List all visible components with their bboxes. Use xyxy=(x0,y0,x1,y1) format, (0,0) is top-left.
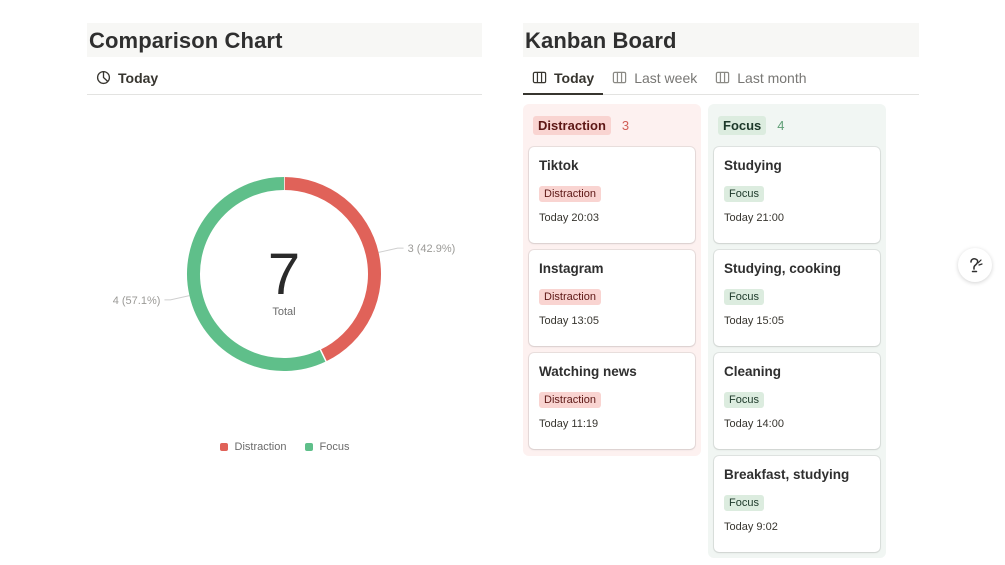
tab-today-chart[interactable]: Today xyxy=(87,61,167,94)
legend-swatch xyxy=(219,443,228,451)
legend-label: Distraction xyxy=(234,441,287,453)
kanban-column-focus: Focus 4 Studying Focus Today 21:00 Study… xyxy=(708,104,886,558)
donut-center-label: Total xyxy=(272,306,295,318)
card-date: Today 21:00 xyxy=(724,212,784,224)
pie-chart-icon xyxy=(96,70,111,85)
card-date: Today 14:00 xyxy=(724,418,784,430)
legend-item-distraction[interactable]: Distraction xyxy=(219,441,287,453)
card-title: Studying, cooking xyxy=(724,261,841,276)
card-title: Watching news xyxy=(539,364,637,379)
tab-last-month[interactable]: Last month xyxy=(706,61,815,94)
card-tag: Distraction xyxy=(539,289,601,305)
slice-label-leader xyxy=(378,247,404,253)
kanban-card[interactable]: Studying, cooking Focus Today 15:05 xyxy=(714,250,880,346)
donut-center-value: 7 xyxy=(268,242,300,307)
slice-label: 4 (57.1%) xyxy=(113,295,161,307)
board-icon xyxy=(532,71,547,84)
donut-slice-focus[interactable] xyxy=(187,177,327,371)
kanban-card[interactable]: Breakfast, studying Focus Today 9:02 xyxy=(714,456,880,552)
tab-today[interactable]: Today xyxy=(523,61,604,95)
kanban-column-distraction: Distraction 3 Tiktok Distraction Today 2… xyxy=(523,104,701,456)
column-tag[interactable]: Distraction xyxy=(533,115,611,135)
kanban-card[interactable]: Instagram Distraction Today 13:05 xyxy=(529,250,695,346)
card-tag: Focus xyxy=(724,289,764,305)
card-tag: Distraction xyxy=(539,392,601,408)
card-date: Today 9:02 xyxy=(724,521,778,533)
legend-label: Focus xyxy=(319,441,350,453)
card-title: Studying xyxy=(724,158,782,173)
column-count: 4 xyxy=(777,117,785,133)
chart-section-title: Comparison Chart xyxy=(87,23,482,57)
board-icon xyxy=(716,71,730,84)
card-tag: Distraction xyxy=(539,186,601,202)
card-date: Today 11:19 xyxy=(539,418,599,430)
chart-view-bar: Today xyxy=(87,61,482,95)
kanban-card[interactable]: Cleaning Focus Today 14:00 xyxy=(714,353,880,449)
legend-item-focus[interactable]: Focus xyxy=(304,441,350,453)
tab-label: Last month xyxy=(737,69,807,86)
card-title: Breakfast, studying xyxy=(724,467,850,482)
slice-label: 3 (42.9%) xyxy=(408,243,456,255)
kanban-card[interactable]: Watching news Distraction Today 11:19 xyxy=(529,353,695,449)
chart-legend: Distraction Focus xyxy=(87,441,482,453)
kanban-card[interactable]: Tiktok Distraction Today 20:03 xyxy=(529,147,695,243)
help-icon xyxy=(970,258,983,273)
card-date: Today 20:03 xyxy=(539,212,599,224)
kanban-card[interactable]: Studying Focus Today 21:00 xyxy=(714,147,880,243)
column-header: Focus 4 xyxy=(714,110,880,140)
card-tag: Focus xyxy=(724,495,764,511)
card-date: Today 13:05 xyxy=(539,315,599,327)
column-header: Distraction 3 xyxy=(529,110,695,140)
donut-chart: 3 (42.9%) 4 (57.1%) 7Total xyxy=(113,176,456,371)
card-title: Cleaning xyxy=(724,364,782,379)
tab-label: Today xyxy=(118,69,159,86)
tab-label: Last week xyxy=(634,69,698,86)
kanban-view-tabs: Today Last week Last month xyxy=(523,61,919,95)
kanban-section-title: Kanban Board xyxy=(523,23,919,57)
board-icon xyxy=(613,71,627,84)
legend-swatch xyxy=(304,443,313,451)
column-count: 3 xyxy=(621,117,630,133)
column-tag[interactable]: Focus xyxy=(718,115,767,135)
card-date: Today 15:05 xyxy=(724,315,784,327)
slice-label-leader xyxy=(164,295,190,301)
card-title: Instagram xyxy=(539,261,604,276)
card-title: Tiktok xyxy=(539,158,579,173)
card-tag: Focus xyxy=(724,186,764,202)
tab-last-week[interactable]: Last week xyxy=(603,61,706,94)
help-button[interactable] xyxy=(958,248,992,282)
card-tag: Focus xyxy=(724,392,764,408)
tab-label: Today xyxy=(554,69,595,86)
